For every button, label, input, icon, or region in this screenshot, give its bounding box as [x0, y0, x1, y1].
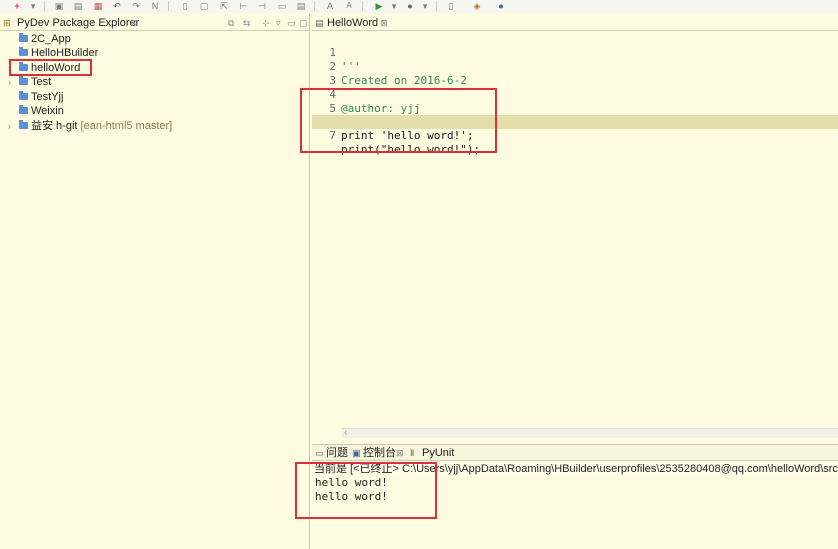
print-icon[interactable]: ▦	[93, 1, 103, 11]
folder-icon	[19, 105, 28, 114]
console-output-line: hello word!	[315, 490, 388, 503]
new-file-icon[interactable]: ▢	[199, 1, 209, 11]
outline-icon[interactable]: ▤	[296, 1, 306, 11]
debug-dropdown-icon[interactable]: ▾	[420, 1, 430, 11]
tree-item-label: 益安 h-git [ean-html5 master]	[31, 119, 172, 133]
link-with-editor-icon[interactable]: ⇆	[243, 17, 251, 30]
console-panel: ▭ 问题 ▣ 控制台 ⊠ Ⅱ PyUnit 当前是 [<已终止> C:\User…	[312, 444, 838, 549]
git-project-folder-icon	[19, 120, 28, 129]
window-icon[interactable]: ▯	[446, 1, 456, 11]
code-editor[interactable]: ▤ HelloWord ⊠ 1 ''' 2 Created on 2016-6-…	[312, 13, 838, 443]
folder-icon	[19, 91, 28, 100]
horizontal-scrollbar[interactable]: ‹	[342, 427, 838, 438]
tree-item-project[interactable]: Weixin	[0, 104, 300, 118]
package-explorer-panel: ⊞ PyDev Package Explorer ⊠ ⧉ ⇆ ⊹ ▿ ▭ ▢ 2…	[0, 13, 310, 549]
filter-icon[interactable]: ⊹	[262, 17, 270, 30]
step-back-icon[interactable]: ⊣	[257, 1, 267, 11]
git-branch-label: [ean-html5 master]	[80, 120, 173, 132]
code-line: 4 @author: yjj	[312, 74, 838, 115]
toolbar-separator	[168, 1, 169, 11]
save-icon[interactable]: ▣	[54, 1, 64, 11]
debug-icon[interactable]: ●	[405, 1, 415, 11]
folder-icon	[19, 47, 28, 56]
package-explorer-tab[interactable]: ⊞ PyDev Package Explorer ⊠ ⧉ ⇆ ⊹ ▿ ▭ ▢	[0, 16, 310, 31]
code-line: 3	[312, 60, 838, 87]
close-icon[interactable]: ⊠	[380, 17, 388, 30]
scroll-left-icon[interactable]: ‹	[344, 427, 347, 438]
minimize-icon[interactable]: ▭	[287, 17, 296, 30]
tree-item-label: HelloHBuilder	[31, 47, 99, 59]
line-number: 7	[316, 129, 336, 143]
close-icon[interactable]: ⊠	[396, 447, 404, 460]
pyunit-icon: Ⅱ	[410, 448, 415, 458]
perspective-icon[interactable]: ◈	[472, 1, 482, 11]
editor-tab[interactable]: ▤ HelloWord ⊠	[312, 16, 838, 31]
code-line-current: 7 print("hello word!");	[312, 115, 838, 156]
package-explorer-icon: ⊞	[3, 18, 11, 28]
tree-item-project[interactable]: › Test	[0, 75, 300, 89]
tree-item-project[interactable]: › helloWord	[0, 61, 300, 75]
close-icon[interactable]: ⊠	[130, 17, 138, 30]
collapse-all-icon[interactable]: ⧉	[228, 17, 234, 30]
export-icon[interactable]: ⇱	[219, 1, 229, 11]
editor-tab-label: HelloWord	[327, 17, 379, 29]
open-icon[interactable]: ▭	[277, 1, 287, 11]
main-toolbar: + ▾ ▣ ▤ ▦ ↶ ↷ N ▯ ▢ ⇱ ⊢ ⊣ ▭ ▤ A A ▶ ▾ ● …	[0, 0, 838, 13]
tree-item-project[interactable]: › 益安 h-git [ean-html5 master]	[0, 119, 300, 133]
toolbar-separator	[436, 1, 437, 11]
tree-item-label: 2C_App	[31, 33, 71, 45]
project-name: 益安 h-git	[31, 120, 78, 132]
bookmark-icon[interactable]: ▯	[180, 1, 190, 11]
python-file-icon: ▤	[315, 18, 324, 28]
redo-icon[interactable]: ↷	[131, 1, 141, 11]
expand-arrow-icon[interactable]: ›	[8, 61, 16, 75]
code-line: 1 '''	[312, 32, 838, 73]
tree-item-project[interactable]: HelloHBuilder	[0, 46, 300, 60]
code-line: 6 print 'hello word!';	[312, 101, 838, 142]
console-icon: ▣	[352, 448, 361, 458]
run-icon[interactable]: ▶	[374, 1, 384, 11]
console-tab-bar: ▭ 问题 ▣ 控制台 ⊠ Ⅱ PyUnit	[312, 445, 838, 461]
problems-icon: ▭	[315, 448, 324, 458]
tree-item-label: Weixin	[31, 105, 64, 117]
tree-item-label: Test	[31, 76, 52, 88]
tab-console[interactable]: 控制台	[363, 446, 396, 460]
undo-icon[interactable]: ↶	[112, 1, 122, 11]
view-menu-icon[interactable]: ▿	[276, 17, 281, 30]
add-icon[interactable]: +	[12, 1, 22, 11]
step-icon[interactable]: ⊢	[238, 1, 248, 11]
folder-icon	[19, 33, 28, 42]
save-all-icon[interactable]: ▤	[73, 1, 83, 11]
code-line: 5 '''	[312, 88, 838, 129]
toolbar-separator	[44, 1, 45, 11]
dropdown-arrow-icon[interactable]: ▾	[28, 1, 38, 11]
tree-item-project[interactable]: TestYjj	[0, 90, 300, 104]
maximize-icon[interactable]: ▢	[299, 17, 308, 30]
search-icon[interactable]: N	[150, 1, 160, 11]
code-text: print 'hello word!';	[341, 129, 474, 142]
code-text: print("hello word!");	[341, 143, 481, 156]
globe-icon[interactable]: ●	[496, 1, 506, 11]
font-smaller-icon[interactable]: A	[344, 1, 354, 11]
tree-item-label: helloWord	[31, 62, 81, 74]
toolbar-separator	[314, 1, 315, 11]
tree-item-project[interactable]: 2C_App	[0, 32, 300, 46]
console-status-line: 当前是 [<已终止> C:\Users\yjj\AppData\Roaming\…	[314, 462, 838, 476]
tab-pyunit[interactable]: PyUnit	[422, 446, 454, 460]
code-line: 2 Created on 2016-6-2	[312, 46, 838, 87]
expand-arrow-icon[interactable]: ›	[8, 119, 16, 133]
toolbar-separator	[362, 1, 363, 11]
project-folder-icon	[19, 76, 28, 85]
tab-problems[interactable]: 问题	[326, 446, 348, 460]
project-folder-icon	[19, 62, 28, 71]
console-output-line: hello word!	[315, 476, 388, 489]
tree-item-label: TestYjj	[31, 91, 64, 103]
expand-arrow-icon[interactable]: ›	[8, 75, 16, 89]
package-explorer-title: PyDev Package Explorer	[17, 17, 140, 29]
run-dropdown-icon[interactable]: ▾	[389, 1, 399, 11]
font-larger-icon[interactable]: A	[325, 1, 335, 11]
